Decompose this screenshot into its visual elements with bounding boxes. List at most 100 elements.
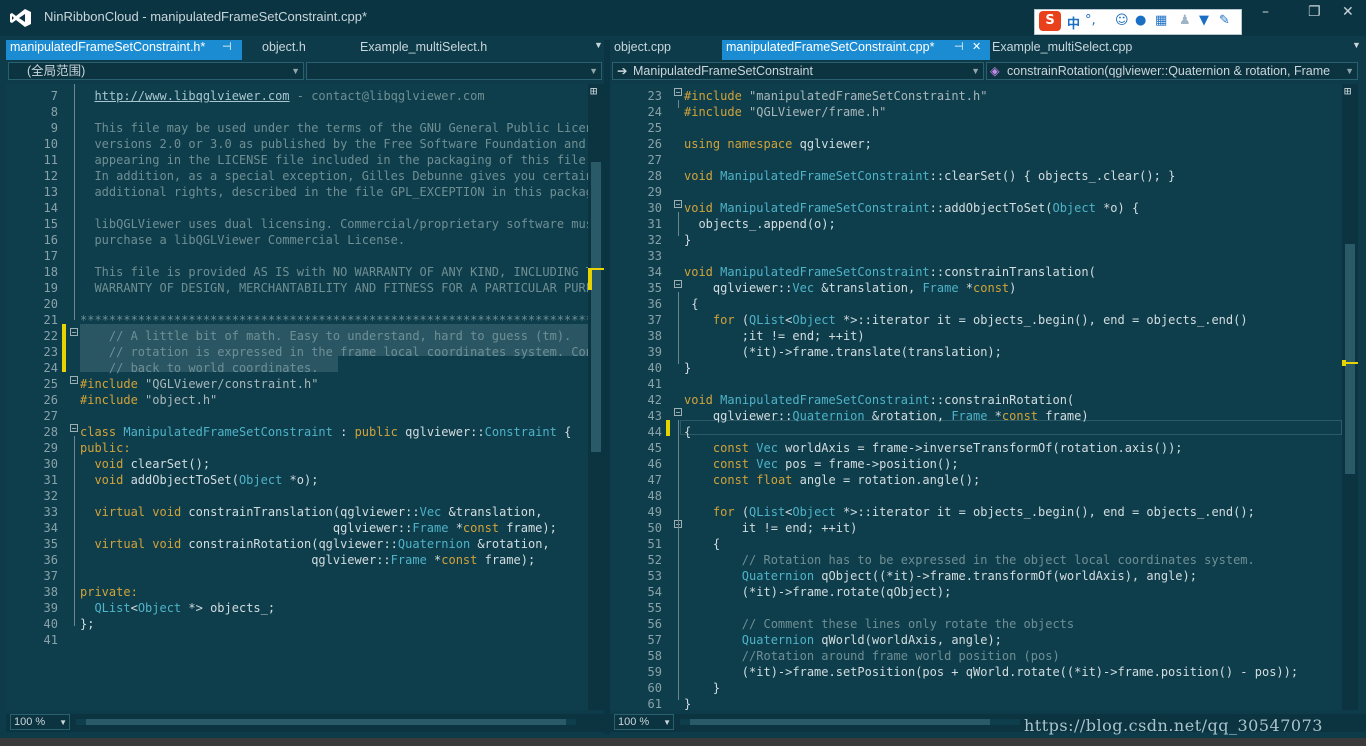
code-line: (*it)->frame.rotate(qObject);	[684, 585, 952, 599]
code-line: #include "QGLViewer/frame.h"	[684, 105, 887, 119]
microphone-icon[interactable]: ●	[1135, 13, 1146, 28]
left-code-editor[interactable]: − − − 7 http://www.libqglviewer.com - co…	[6, 84, 588, 710]
line-number: 43	[647, 409, 662, 423]
line-number: 47	[647, 473, 662, 487]
code-line: libQGLViewer uses dual licensing. Commer…	[80, 217, 588, 231]
line-number: 52	[647, 553, 662, 567]
zoom-value: 100 %	[14, 716, 46, 728]
line-number: 56	[647, 617, 662, 631]
horizontal-scrollbar[interactable]	[76, 719, 576, 725]
fold-collapse-icon[interactable]: −	[674, 88, 682, 97]
code-line: WARRANTY OF DESIGN, MERCHANTABILITY AND …	[80, 281, 588, 295]
left-vertical-scrollbar[interactable]: ⊞	[588, 84, 604, 710]
line-number: 28	[647, 169, 662, 183]
code-line: objects_.append(o);	[684, 217, 836, 231]
code-line: };	[80, 617, 95, 631]
fold-collapse-icon[interactable]: −	[70, 328, 78, 337]
scrollbar-thumb[interactable]	[690, 719, 990, 725]
settings-wrench-icon[interactable]: ✎	[1219, 13, 1230, 28]
line-number: 21	[43, 313, 58, 327]
line-number: 35	[43, 537, 58, 551]
line-number: 41	[43, 633, 58, 647]
chevron-down-icon: ▼	[59, 718, 67, 727]
line-number: 39	[647, 345, 662, 359]
fold-collapse-icon[interactable]: −	[674, 280, 682, 289]
close-button[interactable]: ✕	[1342, 4, 1354, 20]
code-line: appearing in the LICENSE file included i…	[80, 153, 588, 167]
scrollbar-thumb[interactable]	[86, 719, 566, 725]
code-line: void ManipulatedFrameSetConstraint::cons…	[684, 393, 1075, 407]
zoom-dropdown[interactable]: 100 % ▼	[10, 714, 70, 730]
line-number: 13	[43, 185, 58, 199]
ime-toolbar[interactable]: S 中 °, ☺ ● ▦ ♟ ▼ ✎	[1034, 9, 1242, 35]
left-navigation-bar: (全局范围) ▼ ▼	[6, 62, 604, 82]
restore-button[interactable]: ❐	[1308, 4, 1321, 20]
tab-overflow-dropdown-icon[interactable]: ▼	[590, 40, 603, 60]
emoji-icon[interactable]: ☺	[1115, 13, 1129, 28]
line-number: 9	[50, 121, 58, 135]
code-line: This file may be used under the terms of…	[80, 121, 588, 135]
code-line: void ManipulatedFrameSetConstraint::addO…	[684, 201, 1140, 215]
line-number: 17	[43, 249, 58, 263]
line-number: 61	[647, 697, 662, 710]
line-number: 11	[43, 153, 58, 167]
line-number: 33	[647, 249, 662, 263]
skin-icon[interactable]: ▼	[1199, 13, 1209, 28]
line-number: 34	[647, 265, 662, 279]
line-number: 40	[43, 617, 58, 631]
fold-guide-line	[678, 100, 679, 108]
user-icon[interactable]: ♟	[1179, 13, 1191, 28]
split-handle-icon[interactable]: ⊞	[590, 84, 597, 98]
tab-example-multiselect-h[interactable]: Example_multiSelect.h	[356, 40, 487, 60]
code-line: purchase a libQGLViewer Commercial Licen…	[80, 233, 406, 247]
right-vertical-scrollbar[interactable]: ⊞	[1342, 84, 1358, 710]
fold-collapse-icon[interactable]: −	[674, 200, 682, 209]
scrollbar-thumb[interactable]	[591, 162, 601, 452]
line-number: 32	[43, 489, 58, 503]
left-status-bar: 100 % ▼	[6, 714, 604, 732]
scrollbar-thumb[interactable]	[1345, 244, 1355, 474]
sogou-logo-icon[interactable]: S	[1039, 11, 1061, 31]
line-number: 45	[647, 441, 662, 455]
ime-language-toggle[interactable]: 中	[1067, 13, 1080, 32]
pin-icon[interactable]: ⊣	[222, 40, 232, 53]
code-line: //Rotation around frame world position (…	[684, 649, 1060, 663]
close-tab-icon[interactable]: ✕	[972, 40, 981, 53]
fold-collapse-icon[interactable]: −	[674, 408, 682, 417]
line-number: 14	[43, 201, 58, 215]
tab-example-multiselect-cpp[interactable]: Example_multiSelect.cpp	[988, 40, 1132, 60]
tab-manipulatedFrameSetConstraint-cpp[interactable]: manipulatedFrameSetConstraint.cpp* ⊣ ✕	[722, 40, 990, 60]
split-handle-icon[interactable]: ⊞	[1344, 84, 1351, 98]
visual-studio-logo-icon	[10, 9, 31, 27]
horizontal-scrollbar[interactable]	[680, 719, 1020, 725]
code-line: virtual void constrainTranslation(qglvie…	[94, 505, 543, 519]
line-number: 27	[43, 409, 58, 423]
change-marker	[62, 340, 66, 356]
ime-punctuation-toggle[interactable]: °,	[1085, 13, 1096, 28]
line-number: 59	[647, 665, 662, 679]
pin-icon[interactable]: ⊣	[954, 40, 964, 53]
member-dropdown[interactable]: ▼	[306, 62, 602, 80]
member-function-dropdown[interactable]: ◈ constrainRotation(qglviewer::Quaternio…	[986, 62, 1358, 80]
tab-overflow-dropdown-icon[interactable]: ▼	[1348, 40, 1361, 60]
keyboard-icon[interactable]: ▦	[1155, 13, 1167, 28]
code-line: {	[684, 425, 692, 439]
minimize-button[interactable]: –	[1262, 4, 1269, 20]
tab-manipulatedFrameSetConstraint-h[interactable]: manipulatedFrameSetConstraint.h* ⊣	[6, 40, 242, 60]
fold-collapse-icon[interactable]: −	[70, 376, 78, 385]
scope-dropdown[interactable]: (全局范围) ▼	[8, 62, 304, 80]
line-number: 42	[647, 393, 662, 407]
arrow-right-icon: ➔	[617, 64, 628, 78]
tab-object-h[interactable]: object.h	[258, 40, 306, 60]
line-number: 23	[647, 89, 662, 103]
class-dropdown[interactable]: ➔ ManipulatedFrameSetConstraint ▼	[612, 62, 984, 80]
fold-collapse-icon[interactable]: −	[70, 424, 78, 433]
zoom-dropdown[interactable]: 100 % ▼	[614, 714, 674, 730]
right-code-editor[interactable]: − − − − − 23#include "manipulatedFrameSe…	[610, 84, 1342, 710]
line-number: 19	[43, 281, 58, 295]
left-editor-pane: manipulatedFrameSetConstraint.h* ⊣ objec…	[6, 40, 604, 734]
tab-object-cpp[interactable]: object.cpp	[610, 40, 671, 60]
chevron-down-icon: ▼	[663, 718, 671, 727]
watermark-text: https://blog.csdn.net/qq_30547073	[1024, 716, 1323, 735]
code-line: #include "object.h"	[80, 393, 218, 407]
